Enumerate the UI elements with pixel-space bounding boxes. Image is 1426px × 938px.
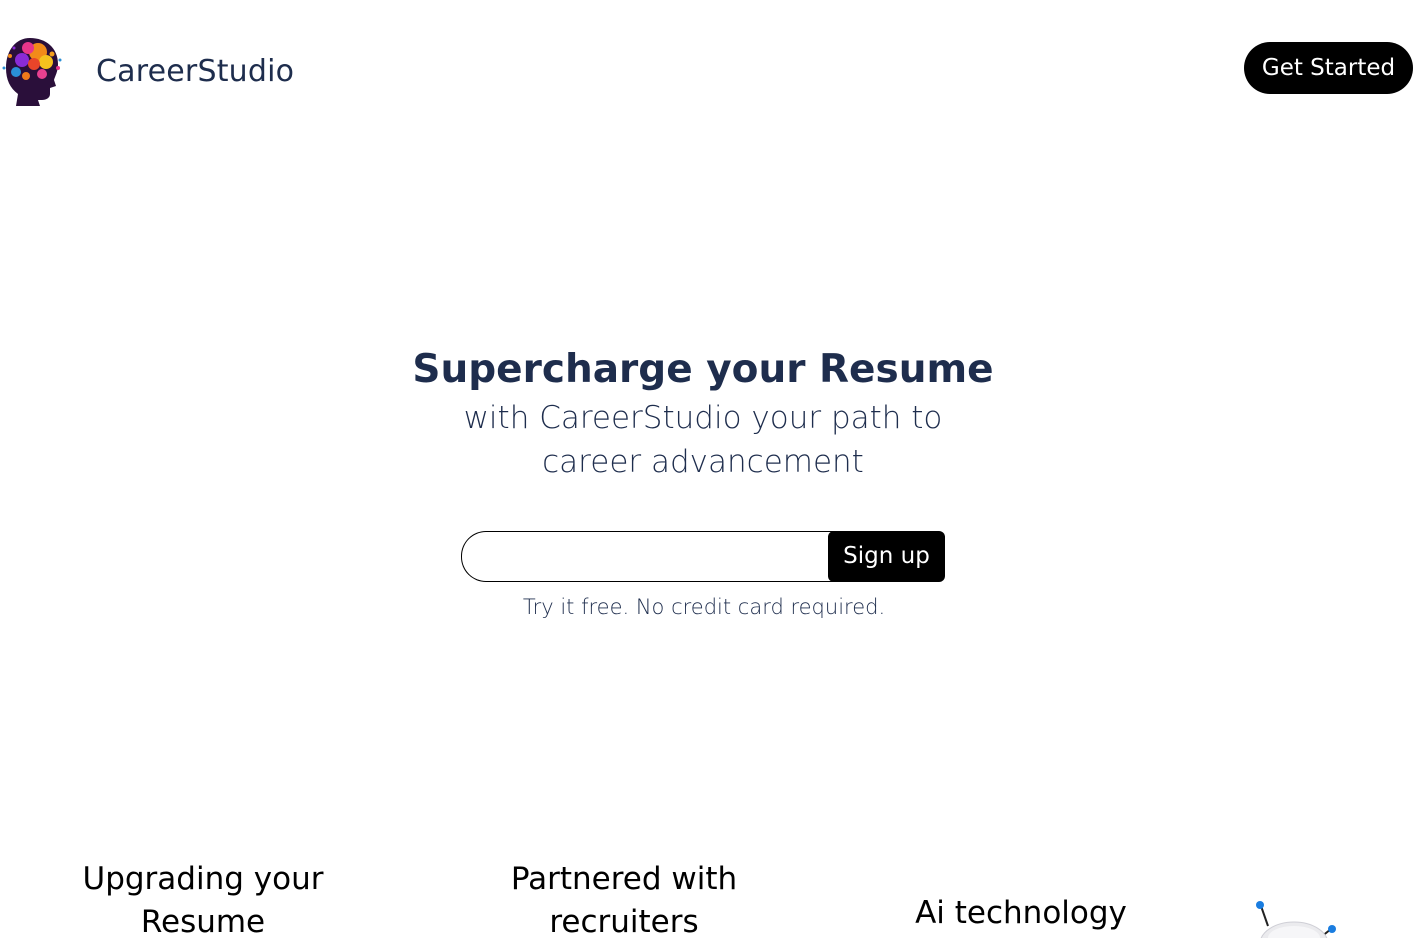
hero-subtitle: with CareerStudio your path to career ad… (463, 400, 943, 480)
signup-form: Sign up (461, 531, 945, 582)
robot-icon (1256, 901, 1336, 938)
signup-button[interactable]: Sign up (828, 531, 945, 582)
feature-upgrading-resume: Upgrading your Resume (82, 861, 324, 938)
feature-partnered-recruiters: Partnered with recruiters (510, 861, 738, 938)
brand-name[interactable]: CareerStudio (96, 52, 294, 92)
feature-ai-technology: Ai technology (915, 895, 1127, 931)
get-started-button[interactable]: Get Started (1244, 42, 1413, 94)
site-header: CareerStudio Get Started (0, 0, 1426, 140)
hero-title: Supercharge your Resume (412, 347, 994, 392)
email-input[interactable] (461, 531, 878, 582)
head-silhouette-logo-icon[interactable] (0, 34, 64, 106)
signup-note: Try it free. No credit card required. (522, 595, 886, 619)
landing-page: CareerStudio Get Started Supercharge you… (0, 0, 1426, 938)
